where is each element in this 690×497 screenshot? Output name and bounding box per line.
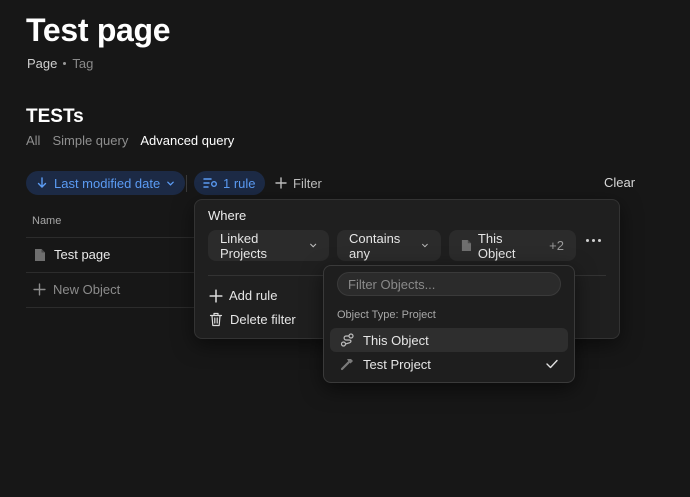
set-title: TESTs (26, 106, 84, 127)
filter-label: Filter (293, 175, 322, 191)
column-header-name[interactable]: Name (32, 215, 61, 227)
where-label: Where (208, 208, 247, 223)
tab-advanced-query[interactable]: Advanced query (140, 133, 234, 148)
view-tabs: All Simple query Advanced query (26, 133, 234, 148)
hammer-icon (340, 359, 353, 371)
row-title: Test page (54, 247, 111, 262)
option-label: Test Project (363, 356, 431, 372)
plus-icon (33, 283, 46, 296)
value-more-count: +2 (549, 238, 564, 253)
condition-label: Contains any (349, 230, 401, 261)
link-icon (340, 333, 354, 347)
toolbar-divider (186, 175, 187, 192)
new-object-button[interactable]: New Object (33, 282, 120, 297)
chevron-down-icon (422, 243, 428, 248)
chevron-down-icon (309, 243, 316, 248)
new-object-label: New Object (53, 282, 121, 297)
clear-button[interactable]: Clear (604, 175, 635, 190)
row-divider (26, 237, 196, 238)
object-option-this-object[interactable]: This Object (330, 328, 568, 352)
trash-icon (209, 312, 223, 327)
checkmark-icon (546, 359, 558, 369)
page-icon (461, 240, 472, 251)
sort-label: Last modified date (54, 175, 161, 191)
table-row[interactable]: Test page (34, 247, 110, 262)
plus-icon (275, 177, 287, 189)
object-option-test-project[interactable]: Test Project (330, 352, 568, 376)
page-title: Test page (26, 12, 171, 48)
property-select[interactable]: Linked Projects (208, 230, 329, 261)
page-tag[interactable]: Tag (72, 56, 93, 71)
property-label: Linked Projects (220, 230, 267, 261)
arrow-down-icon (37, 177, 47, 188)
page-properties: Page Tag (27, 56, 93, 71)
add-rule-button[interactable]: Add rule (209, 288, 277, 303)
row-divider (26, 307, 196, 308)
more-options-icon[interactable] (586, 239, 601, 242)
filter-rules-icon (203, 178, 217, 188)
value-label: This Object (477, 230, 516, 261)
add-filter-button[interactable]: Filter (275, 171, 322, 195)
tab-simple-query[interactable]: Simple query (52, 133, 128, 148)
option-label: This Object (363, 332, 429, 348)
chevron-down-icon (167, 181, 175, 186)
delete-filter-label: Delete filter (230, 312, 296, 327)
delete-filter-button[interactable]: Delete filter (209, 312, 296, 327)
page-type[interactable]: Page (27, 56, 57, 71)
plus-icon (209, 288, 223, 303)
page-icon (35, 248, 45, 261)
add-rule-label: Add rule (229, 288, 278, 303)
rule-count-label: 1 rule (223, 175, 256, 191)
value-select[interactable]: This Object +2 (449, 230, 576, 261)
separator-dot (63, 62, 67, 65)
condition-select[interactable]: Contains any (337, 230, 441, 261)
object-type-label: Object Type: Project (337, 309, 436, 321)
row-divider (26, 272, 196, 273)
tab-all[interactable]: All (26, 133, 40, 148)
sort-button[interactable]: Last modified date (26, 171, 186, 195)
filter-objects-input[interactable] (337, 272, 561, 296)
rule-button[interactable]: 1 rule (194, 171, 265, 195)
